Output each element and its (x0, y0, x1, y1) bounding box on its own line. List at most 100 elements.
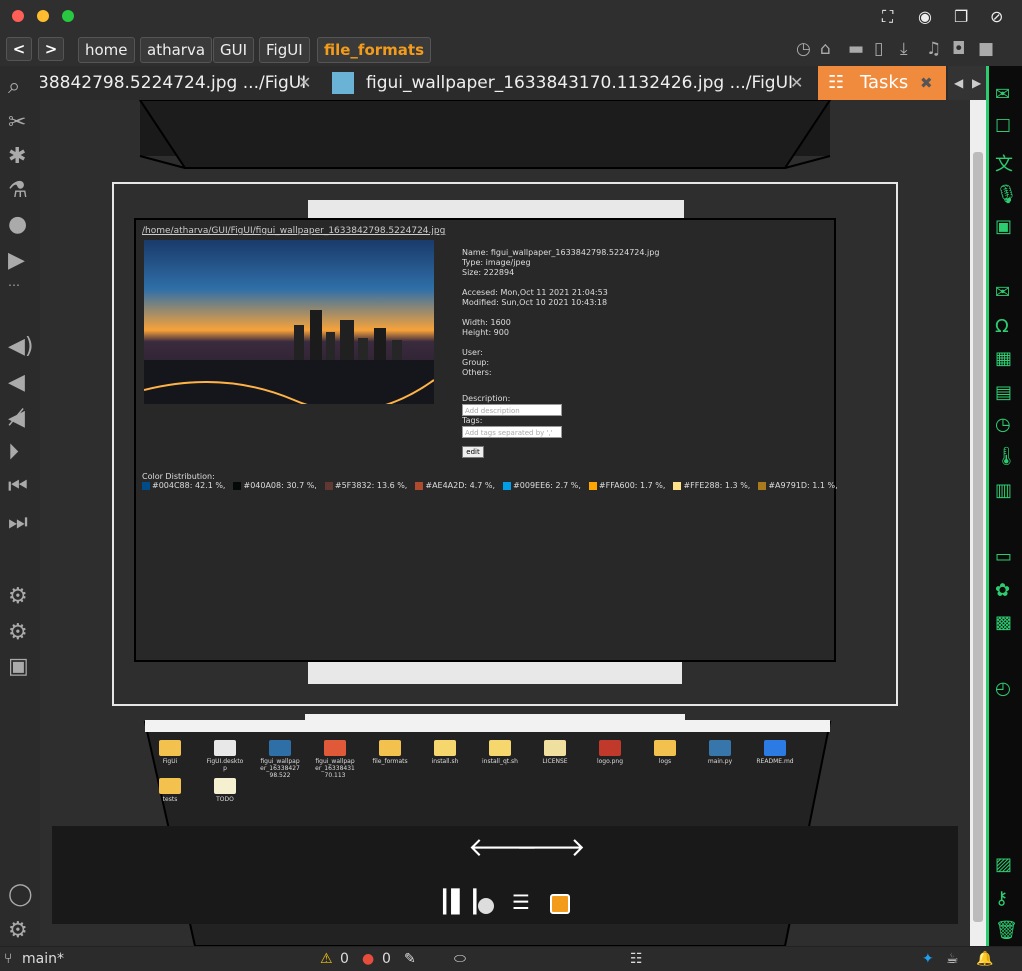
file-item[interactable]: file_formats (370, 740, 410, 765)
news-icon[interactable]: ▥ (995, 480, 1012, 501)
file-item[interactable]: logs (645, 740, 685, 765)
breadcrumb-atharva[interactable]: atharva (140, 37, 213, 63)
next-arrow-button[interactable]: 🡒 (516, 832, 586, 863)
apps-icon[interactable]: ▩ (995, 612, 1012, 633)
branch-icon[interactable]: ⑂ (4, 951, 12, 967)
warning-count[interactable]: 0 (340, 951, 349, 967)
file-icon[interactable]: ▯ (874, 39, 883, 59)
mouse-icon[interactable]: ⬭ (454, 951, 466, 967)
chevron-left-icon[interactable]: ◀ (954, 66, 963, 100)
tasks-icon[interactable]: ☷ (630, 951, 643, 967)
twitter-icon[interactable]: ✦ (922, 951, 934, 967)
forward-button[interactable]: > (38, 37, 64, 61)
history-icon[interactable]: ◴ (995, 678, 1011, 699)
coffee-icon[interactable]: ☕ (946, 951, 959, 967)
home-icon[interactable]: ⌂ (820, 39, 831, 59)
file-item[interactable]: FigUi (150, 740, 190, 765)
volume-up-icon[interactable]: ◀) (8, 334, 34, 359)
account-icon[interactable]: ◯ (8, 882, 33, 907)
calculator-icon[interactable]: ▦ (995, 348, 1012, 369)
tab-tasks[interactable]: ☷ Tasks ✖ (818, 66, 946, 100)
microphone-icon[interactable]: 🎙 (995, 184, 1018, 205)
play-circle-icon[interactable]: ⏵ (8, 440, 19, 465)
history-icon[interactable]: ◷ (796, 39, 811, 59)
github-icon[interactable]: ● (8, 212, 27, 237)
tab-scroll-arrows[interactable]: ◀ ▶ (948, 66, 986, 100)
previous-circle-icon[interactable]: ⏮ (8, 474, 28, 499)
play-icon[interactable]: ▶ (8, 248, 25, 273)
headset-icon[interactable]: Ω (995, 316, 1009, 337)
fullscreen-icon[interactable]: ⛶ (882, 7, 893, 27)
edit-button[interactable]: edit (462, 446, 484, 458)
bug-icon[interactable]: ✱ (8, 144, 26, 169)
video-icon[interactable]: ■ (978, 39, 994, 59)
description-input[interactable]: Add description (462, 404, 562, 416)
bell-icon[interactable]: 🔔 (976, 951, 993, 967)
file-item[interactable]: tests (150, 778, 190, 803)
gear-icon[interactable]: ⚙ (8, 620, 28, 645)
breadcrumb-file-formats[interactable]: file_formats (317, 37, 432, 63)
translate-icon[interactable]: 文 (995, 150, 1013, 176)
branch-name[interactable]: main* (22, 951, 64, 967)
next-circle-icon[interactable]: ⏭ (8, 510, 28, 535)
file-item[interactable]: README.md (755, 740, 795, 765)
calendar-icon[interactable]: ▤ (995, 382, 1012, 403)
capture-icon[interactable] (550, 894, 570, 914)
mute-icon[interactable]: ◀̸ (8, 406, 25, 431)
breadcrumb-home[interactable]: home (78, 37, 135, 63)
mail-icon[interactable]: ✉ (995, 84, 1010, 105)
file-item[interactable]: LICENSE (535, 740, 575, 765)
tools-icon[interactable]: ✂ (8, 110, 26, 135)
file-item[interactable]: figui_wallpaper_1633843170.113 (315, 740, 355, 779)
more-icon[interactable]: ⋯ (8, 278, 20, 292)
scrollbar-thumb[interactable] (973, 152, 983, 922)
volume-down-icon[interactable]: ◀ (8, 370, 25, 395)
minimize-window-button[interactable] (37, 10, 49, 22)
warning-icon[interactable]: ⚠ (320, 951, 333, 967)
trash-icon[interactable]: 🗑 (995, 920, 1018, 941)
fit-width-icon[interactable]: ┃▌┃ (438, 890, 481, 915)
chip-icon[interactable]: ▣ (8, 654, 29, 679)
breadcrumb-gui[interactable]: GUI (213, 37, 255, 63)
eye-off-icon[interactable]: ⊘ (990, 7, 1003, 26)
file-item[interactable]: figui_wallpaper_1633842798.522 (260, 740, 300, 779)
clock-icon[interactable]: ◷ (995, 414, 1011, 435)
tab-wallpaper-1[interactable]: 38842798.5224724.jpg .../FigUI (38, 66, 306, 100)
error-count[interactable]: 0 (382, 951, 391, 967)
file-path-link[interactable]: /home/atharva/GUI/FigUI/figui_wallpaper_… (142, 226, 445, 236)
tab-close-icon[interactable]: ✕ (790, 66, 803, 100)
manage-icon[interactable]: ⚙ (8, 918, 28, 943)
tab-close-icon[interactable]: ✖ (920, 66, 933, 100)
file-item[interactable]: FigUI.desktop (205, 740, 245, 772)
file-item[interactable]: install.sh (425, 740, 465, 765)
thermometer-icon[interactable]: 🌡 (995, 446, 1018, 467)
close-window-button[interactable] (12, 10, 24, 22)
back-button[interactable]: < (6, 37, 32, 61)
fit-height-icon[interactable]: ☰ (512, 890, 530, 914)
map-icon[interactable]: ▨ (995, 854, 1012, 875)
circle-icon[interactable] (478, 898, 494, 914)
tags-input[interactable]: Add tags separated by ',' (462, 426, 562, 438)
music-icon[interactable]: ♫ (926, 39, 941, 59)
settings-icon[interactable]: ⚙ (8, 584, 28, 609)
chevron-right-icon[interactable]: ▶ (972, 66, 981, 100)
flask-icon[interactable]: ⚗ (8, 178, 28, 203)
palette-icon[interactable]: ✿ (995, 580, 1010, 601)
eye-icon[interactable]: ◉ (918, 7, 932, 26)
screen-share-icon[interactable]: ▣ (995, 216, 1012, 237)
pen-icon[interactable]: ✎ (404, 951, 416, 967)
tab-wallpaper-2[interactable]: figui_wallpaper_1633843170.1132426.jpg .… (366, 66, 793, 100)
file-item[interactable]: install_qt.sh (480, 740, 520, 765)
search-icon[interactable]: ⌕ (8, 74, 20, 99)
download-icon[interactable]: ⤓ (900, 39, 908, 59)
breadcrumb-figui[interactable]: FigUI (259, 37, 310, 63)
preview-image[interactable] (144, 240, 434, 404)
folder-icon[interactable]: ▬ (848, 39, 864, 59)
maximize-window-button[interactable] (62, 10, 74, 22)
file-item[interactable]: TODO (205, 778, 245, 803)
error-icon[interactable]: ● (362, 951, 374, 967)
tab-close-icon[interactable]: ✕ (298, 66, 311, 100)
tv-icon[interactable]: ▭ (995, 546, 1012, 567)
key-icon[interactable]: ⚷ (995, 888, 1008, 909)
contacts-icon[interactable]: ☐ (995, 116, 1011, 137)
